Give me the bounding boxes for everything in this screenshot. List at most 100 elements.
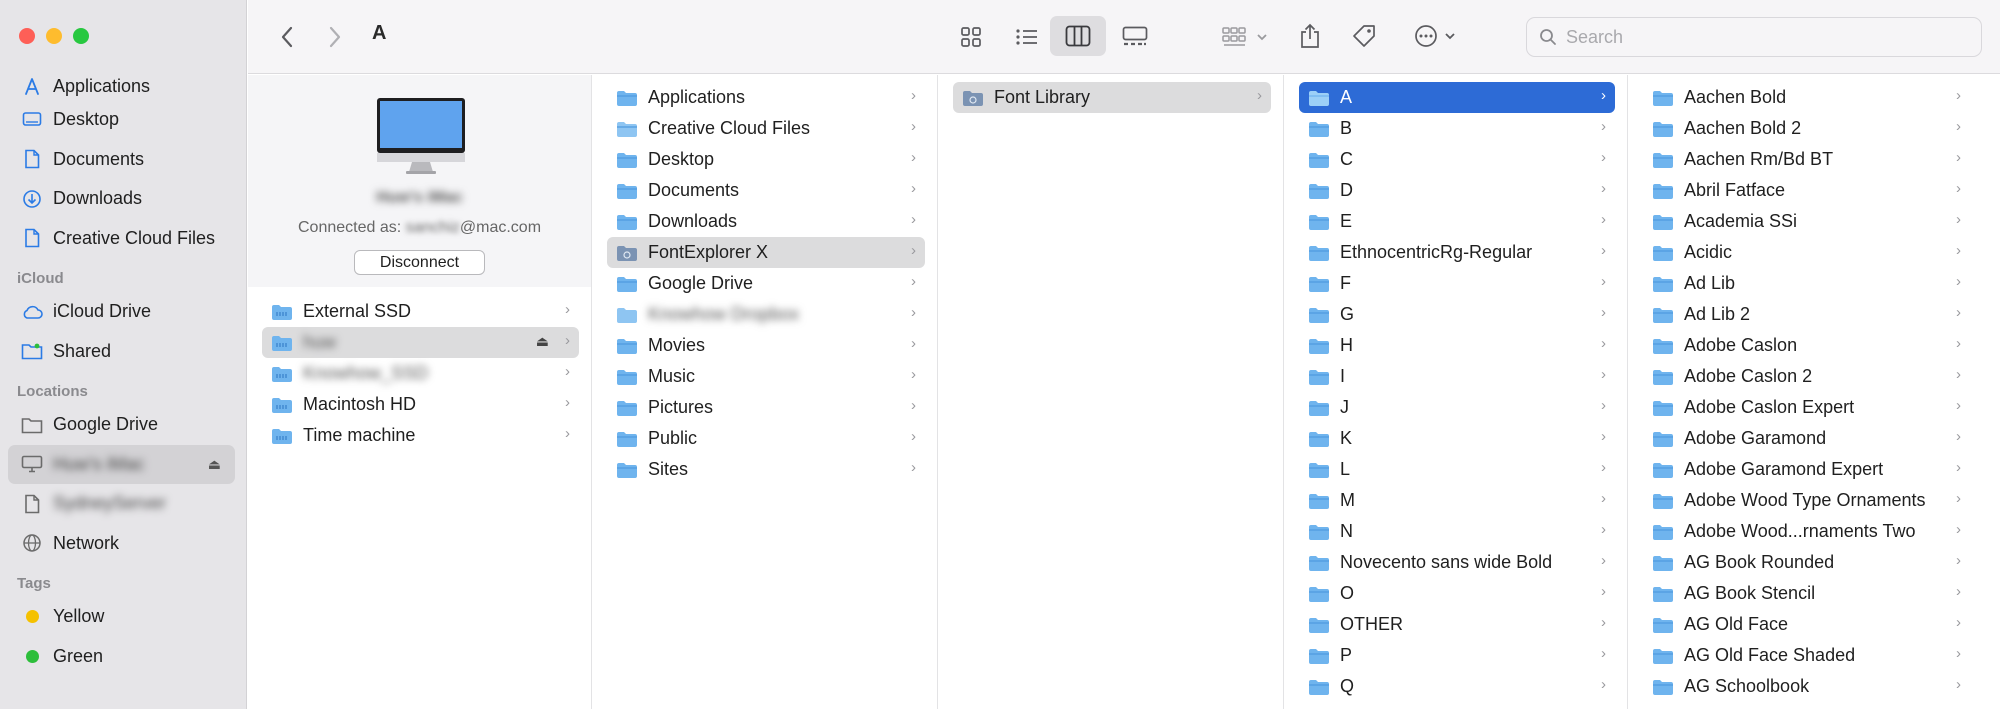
sidebar-item-server[interactable]: SydneyServer xyxy=(0,484,247,524)
list-item[interactable]: Pictures › xyxy=(607,392,925,423)
list-item[interactable]: L › xyxy=(1299,454,1615,485)
list-item[interactable]: Adobe Caslon 2 › xyxy=(1643,361,1970,392)
chevron-right-icon: › xyxy=(1956,335,1961,352)
sidebar-item-label: Downloads xyxy=(53,188,143,209)
list-item[interactable]: Macintosh HD › xyxy=(262,389,579,420)
list-item[interactable]: Adobe Wood...rnaments Two › xyxy=(1643,516,1970,547)
list-item[interactable]: Public › xyxy=(607,423,925,454)
folder-icon xyxy=(1309,369,1329,385)
list-item[interactable]: Creative Cloud Files › xyxy=(607,113,925,144)
list-item[interactable]: External SSD › xyxy=(262,296,579,327)
list-item[interactable]: Google Drive › xyxy=(607,268,925,299)
list-item[interactable]: H › xyxy=(1299,330,1615,361)
list-item[interactable]: N › xyxy=(1299,516,1615,547)
sidebar-item-applications[interactable]: Applications xyxy=(0,73,247,100)
list-item[interactable]: Adobe Garamond Expert › xyxy=(1643,454,1970,485)
list-item[interactable]: K › xyxy=(1299,423,1615,454)
list-item[interactable]: Font Library › xyxy=(953,82,1271,113)
column-view-button[interactable] xyxy=(1050,16,1106,56)
list-item[interactable]: I › xyxy=(1299,361,1615,392)
list-item[interactable]: Aachen Bold › xyxy=(1643,82,1970,113)
search-field[interactable] xyxy=(1526,17,1982,57)
list-item[interactable]: G › xyxy=(1299,299,1615,330)
list-item[interactable]: Sites › xyxy=(607,454,925,485)
list-item[interactable]: Acidic › xyxy=(1643,237,1970,268)
sidebar-item-google-drive[interactable]: Google Drive xyxy=(0,405,247,445)
search-input[interactable] xyxy=(1566,26,1946,48)
list-item[interactable]: Adobe Caslon › xyxy=(1643,330,1970,361)
zoom-window-button[interactable] xyxy=(73,28,89,44)
list-item[interactable]: Ad Lib 2 › xyxy=(1643,299,1970,330)
list-item[interactable]: A › xyxy=(1299,82,1615,113)
list-item[interactable]: AG Old Face › xyxy=(1643,609,1970,640)
sidebar-item-creative-cloud-files[interactable]: Creative Cloud Files xyxy=(0,219,247,259)
list-item[interactable]: Knowhow_SSD › xyxy=(262,358,579,389)
sidebar-item-tag-yellow[interactable]: Yellow xyxy=(0,597,247,637)
list-item[interactable]: Adobe Garamond › xyxy=(1643,423,1970,454)
list-item[interactable]: P › xyxy=(1299,640,1615,671)
sidebar-item-computer[interactable]: Huw's iMac ⏏ xyxy=(8,444,235,484)
list-item[interactable]: Desktop › xyxy=(607,144,925,175)
list-item[interactable]: OTHER › xyxy=(1299,609,1615,640)
sidebar-item-network[interactable]: Network xyxy=(0,524,247,564)
list-item[interactable]: AG Book Rounded › xyxy=(1643,547,1970,578)
list-item[interactable]: AG Book Stencil › xyxy=(1643,578,1970,609)
list-item[interactable]: Downloads › xyxy=(607,206,925,237)
list-item[interactable]: Academia SSi › xyxy=(1643,206,1970,237)
list-item[interactable]: Ad Lib › xyxy=(1643,268,1970,299)
list-item[interactable]: Aachen Rm/Bd BT › xyxy=(1643,144,1970,175)
gallery-icon xyxy=(1122,26,1148,46)
minimize-window-button[interactable] xyxy=(46,28,62,44)
list-item[interactable]: Abril Fatface › xyxy=(1643,175,1970,206)
close-window-button[interactable] xyxy=(19,28,35,44)
list-item[interactable]: Music › xyxy=(607,361,925,392)
list-item[interactable]: Movies › xyxy=(607,330,925,361)
back-button[interactable] xyxy=(272,20,302,54)
sidebar-item-label: Network xyxy=(53,532,120,553)
sidebar-item-documents[interactable]: Documents xyxy=(0,140,247,180)
list-item[interactable]: J › xyxy=(1299,392,1615,423)
list-item[interactable]: D › xyxy=(1299,175,1615,206)
sidebar-item-desktop[interactable]: Desktop xyxy=(0,100,247,140)
tags-button[interactable] xyxy=(1346,16,1382,56)
list-item[interactable]: Novecento sans wide Bold › xyxy=(1299,547,1615,578)
list-item[interactable]: F › xyxy=(1299,268,1615,299)
eject-icon[interactable]: ⏏ xyxy=(536,333,549,350)
sidebar-item-shared[interactable]: Shared xyxy=(0,332,247,372)
item-label: L xyxy=(1340,459,1351,479)
list-item[interactable]: FontExplorer X › xyxy=(607,237,925,268)
list-view-button[interactable] xyxy=(1004,18,1050,56)
list-item[interactable]: B › xyxy=(1299,113,1615,144)
folder-icon xyxy=(963,90,983,106)
list-item[interactable]: Adobe Caslon Expert › xyxy=(1643,392,1970,423)
list-item[interactable]: Adobe Wood Type Ornaments › xyxy=(1643,485,1970,516)
list-item[interactable]: M › xyxy=(1299,485,1615,516)
list-item[interactable]: Knowhow Dropbox › xyxy=(607,299,925,330)
list-item[interactable]: AG Schoolbook › xyxy=(1643,671,1970,702)
list-item[interactable]: O › xyxy=(1299,578,1615,609)
list-item[interactable]: C › xyxy=(1299,144,1615,175)
list-item[interactable]: AG Old Face Shaded › xyxy=(1643,640,1970,671)
sidebar-item-icloud-drive[interactable]: iCloud Drive xyxy=(0,292,247,332)
computer-name: Huw's iMac xyxy=(376,189,463,206)
list-item[interactable]: Documents › xyxy=(607,175,925,206)
gallery-view-button[interactable] xyxy=(1112,18,1158,56)
folder-icon xyxy=(1653,214,1673,230)
list-item[interactable]: EthnocentricRg-Regular › xyxy=(1299,237,1615,268)
eject-icon[interactable]: ⏏ xyxy=(208,456,221,473)
icon-view-button[interactable] xyxy=(948,18,994,56)
forward-button[interactable] xyxy=(320,20,350,54)
sidebar-item-tag-green[interactable]: Green xyxy=(0,637,247,677)
list-item[interactable]: Aachen Bold 2 › xyxy=(1643,113,1970,144)
list-item[interactable]: Time machine › xyxy=(262,420,579,451)
list-item[interactable]: huw ⏏ › xyxy=(262,327,579,358)
item-label: Knowhow_SSD xyxy=(303,363,429,383)
sidebar-item-downloads[interactable]: Downloads xyxy=(0,179,247,219)
list-item[interactable]: Q › xyxy=(1299,671,1615,702)
share-button[interactable] xyxy=(1292,16,1328,56)
list-item[interactable]: E › xyxy=(1299,206,1615,237)
list-item[interactable]: Applications › xyxy=(607,82,925,113)
action-menu-button[interactable] xyxy=(1408,16,1462,56)
group-by-button[interactable] xyxy=(1214,18,1276,56)
disconnect-button[interactable]: Disconnect xyxy=(354,250,485,275)
